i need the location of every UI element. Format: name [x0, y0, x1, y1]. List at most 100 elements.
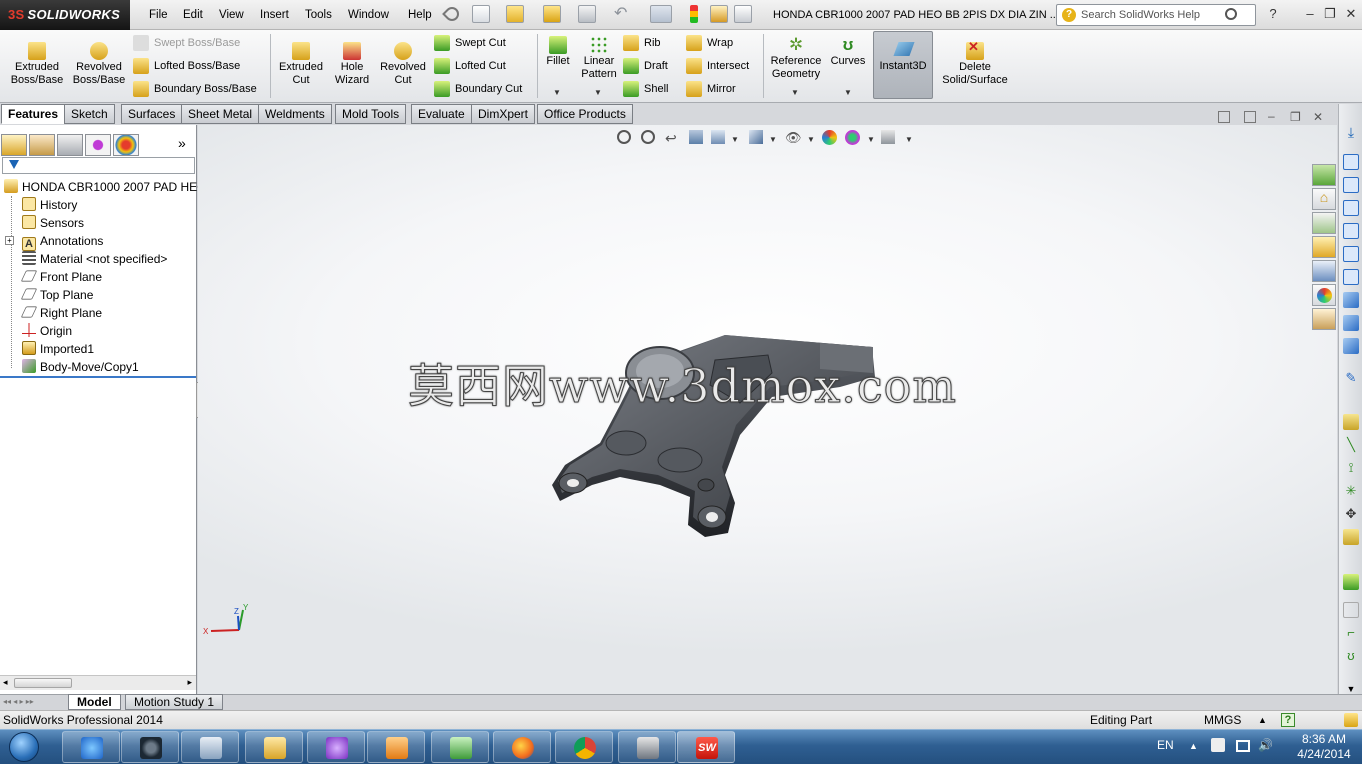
tree-item-top-plane[interactable]: Top Plane [0, 286, 196, 304]
tree-item-imported1[interactable]: Imported1 [0, 340, 196, 358]
taskbar-messenger[interactable] [307, 731, 365, 763]
volume-icon[interactable]: 🔊 [1258, 738, 1273, 752]
solidworks-logo[interactable]: 3S SOLIDWORKS [0, 0, 130, 30]
hole-wizard-button[interactable]: Hole Wizard [328, 42, 376, 87]
tab-evaluate[interactable]: Evaluate [411, 104, 472, 124]
unit-system[interactable]: MMGS [1204, 711, 1241, 729]
new-document-icon[interactable] [472, 5, 490, 23]
section-view-icon[interactable] [689, 130, 703, 144]
menu-insert[interactable]: Insert [260, 0, 289, 30]
design-library-icon[interactable] [1312, 212, 1336, 234]
dimxpert-manager-tab-icon[interactable] [85, 134, 111, 156]
normal-to-icon[interactable]: ⤓ [1343, 124, 1359, 140]
revolved-cut-button[interactable]: Revolved Cut [376, 42, 430, 87]
restore-window-icon[interactable]: ❐ [1320, 4, 1340, 24]
tree-item-right-plane[interactable]: Right Plane [0, 304, 196, 322]
display-style-icon[interactable] [749, 130, 763, 144]
front-view-icon[interactable] [1343, 154, 1359, 170]
curves-button[interactable]: ʊ Curves [828, 36, 868, 68]
taskbar-excel-app[interactable] [618, 731, 676, 763]
viewport-minimize-icon[interactable]: – [1268, 109, 1275, 123]
unit-dropdown-icon[interactable]: ▲ [1258, 711, 1267, 729]
smart-dimension-icon[interactable]: ⟟ [1343, 460, 1359, 476]
draft-button[interactable]: Draft [623, 58, 668, 75]
taskbar-file-explorer[interactable] [245, 731, 303, 763]
linear-pattern-button[interactable]: Linear Pattern [578, 36, 620, 81]
save-icon[interactable] [543, 5, 561, 23]
viewport-tile-icon[interactable] [1244, 111, 1256, 123]
tab-sheet-metal[interactable]: Sheet Metal [181, 104, 260, 124]
menu-file[interactable]: File [149, 0, 168, 30]
taskbar-solidworks[interactable]: SW [677, 731, 735, 763]
action-center-flag-icon[interactable] [1211, 738, 1225, 752]
scroll-right-icon[interactable]: ▸ [187, 677, 192, 688]
home-icon[interactable]: ⌂ [1312, 188, 1336, 210]
view-settings-dropdown-icon[interactable]: ▼ [905, 135, 913, 144]
instant3d-button[interactable]: Instant3D [873, 31, 933, 99]
reference-geometry-button[interactable]: ✲ Reference Geometry [766, 36, 826, 81]
system-clock[interactable]: 8:36 AM 4/24/2014 [1286, 732, 1362, 762]
undo-icon[interactable]: ↶ [614, 5, 632, 23]
help-menu-icon[interactable]: ? [1263, 4, 1283, 24]
shell-button[interactable]: Shell [623, 81, 668, 98]
viewport-split-icon[interactable] [1218, 111, 1230, 123]
scroll-left-icon[interactable]: ◂ [3, 677, 8, 688]
tab-model[interactable]: Model [68, 694, 121, 710]
tree-item-body-move-copy[interactable]: Body-Move/Copy1 [0, 358, 196, 376]
solidworks-resources-icon[interactable] [1312, 164, 1336, 186]
minimize-window-icon[interactable]: – [1300, 4, 1320, 24]
swept-cut-button[interactable]: Swept Cut [434, 35, 506, 52]
feature-tree-tab-icon[interactable] [1, 134, 27, 156]
tab-sketch[interactable]: Sketch [64, 104, 115, 124]
viewport-restore-icon[interactable]: ❐ [1290, 110, 1301, 124]
help-status-icon[interactable]: ? [1281, 713, 1295, 727]
help-search-box[interactable]: ? Search SolidWorks Help [1056, 4, 1256, 26]
tree-item-annotations[interactable]: + A Annotations [0, 232, 196, 251]
fillet-dropdown-icon[interactable]: ▼ [553, 88, 561, 97]
tab-dimxpert[interactable]: DimXpert [471, 104, 536, 124]
right-view-icon[interactable] [1343, 223, 1359, 239]
show-hidden-icons-icon[interactable]: ▲ [1189, 741, 1198, 751]
view-settings-icon[interactable] [881, 130, 895, 144]
feature-filter-input[interactable] [2, 157, 195, 174]
tab-office-products[interactable]: Office Products [537, 104, 633, 124]
menu-edit[interactable]: Edit [183, 0, 203, 30]
select-arrow-icon[interactable] [650, 5, 672, 23]
curve-tool-icon[interactable]: ʊ [1343, 648, 1359, 664]
top-view-icon[interactable] [1343, 246, 1359, 262]
move-entities-icon[interactable]: ✥ [1343, 506, 1359, 522]
view-orientation-dropdown-icon[interactable]: ▼ [731, 135, 739, 144]
tab-mold-tools[interactable]: Mold Tools [335, 104, 407, 124]
tag-icon[interactable] [1344, 713, 1358, 727]
trimetric-view-icon[interactable] [1343, 315, 1359, 331]
boundary-boss-button[interactable]: Boundary Boss/Base [133, 81, 257, 98]
file-properties-icon[interactable] [710, 5, 728, 23]
tree-item-origin[interactable]: Origin [0, 322, 196, 340]
tree-item-history[interactable]: History [0, 196, 196, 214]
viewport-close-icon[interactable]: ✕ [1313, 110, 1323, 124]
layer-icon[interactable] [1343, 602, 1359, 618]
tab-features[interactable]: Features [1, 104, 66, 124]
view-selector-icon[interactable]: ✎ [1343, 370, 1359, 386]
tree-root-part[interactable]: HONDA CBR1000 2007 PAD HEO [0, 178, 207, 196]
menu-view[interactable]: View [219, 0, 244, 30]
swept-boss-button[interactable]: Swept Boss/Base [133, 35, 240, 52]
taskbar-archive-app[interactable] [431, 731, 489, 763]
tree-item-front-plane[interactable]: Front Plane [0, 268, 196, 286]
rollback-bar[interactable] [0, 376, 196, 378]
search-icon[interactable] [1225, 8, 1237, 20]
language-indicator[interactable]: EN [1157, 738, 1174, 752]
tab-weldments[interactable]: Weldments [258, 104, 332, 124]
isometric-view-icon[interactable] [1343, 292, 1359, 308]
view-orientation-icon[interactable] [711, 130, 725, 144]
zoom-to-fit-icon[interactable] [617, 130, 631, 144]
rebuild-icon[interactable] [690, 5, 698, 23]
tab-motion-study[interactable]: Motion Study 1 [125, 694, 224, 710]
taskbar-settings-app[interactable] [121, 731, 179, 763]
left-view-icon[interactable] [1343, 200, 1359, 216]
spline-icon[interactable] [1343, 574, 1359, 590]
display-manager-tab-icon[interactable] [113, 134, 139, 156]
delete-solid-surface-button[interactable]: ✕ Delete Solid/Surface [938, 40, 1012, 87]
reference-geometry-dropdown-icon[interactable]: ▼ [791, 88, 799, 97]
previous-view-icon[interactable]: ↩ [665, 130, 683, 148]
